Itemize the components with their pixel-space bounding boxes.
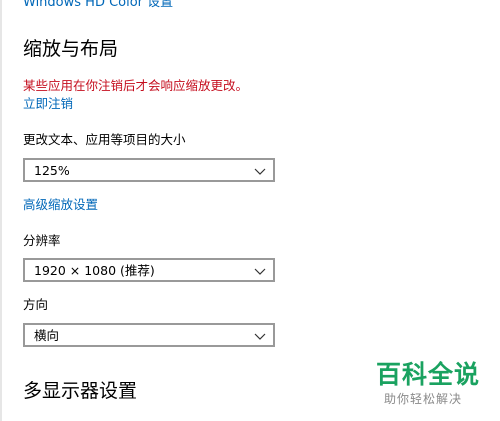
watermark-slogan-text: 助你轻松解决 (384, 392, 463, 406)
sign-out-now-link[interactable]: 立即注销 (23, 96, 73, 112)
resolution-selected-value: 1920 × 1080 (推荐) (34, 263, 155, 278)
resolution-dropdown[interactable]: 1920 × 1080 (推荐) (23, 258, 275, 282)
text-size-dropdown[interactable]: 125% (23, 158, 275, 182)
watermark-logo-text: 百科全说 (376, 360, 481, 389)
scale-layout-heading: 缩放与布局 (23, 38, 119, 60)
orientation-dropdown[interactable]: 横向 (23, 323, 275, 347)
chevron-down-icon (254, 333, 266, 340)
windows-hd-color-settings-link[interactable]: Windows HD Color 设置 (23, 0, 173, 12)
orientation-label: 方向 (23, 297, 49, 312)
chevron-down-icon (254, 168, 266, 175)
left-pane-divider (0, 0, 2, 421)
text-size-selected-value: 125% (34, 163, 70, 178)
resolution-label: 分辨率 (23, 233, 61, 248)
scaling-warning-text: 某些应用在你注销后才会响应缩放更改。 (23, 78, 249, 93)
advanced-scaling-settings-link[interactable]: 高级缩放设置 (23, 197, 98, 213)
chevron-down-icon (254, 268, 266, 275)
orientation-selected-value: 横向 (34, 328, 60, 343)
text-size-label: 更改文本、应用等项目的大小 (23, 132, 186, 147)
multiple-displays-heading: 多显示器设置 (23, 380, 138, 402)
